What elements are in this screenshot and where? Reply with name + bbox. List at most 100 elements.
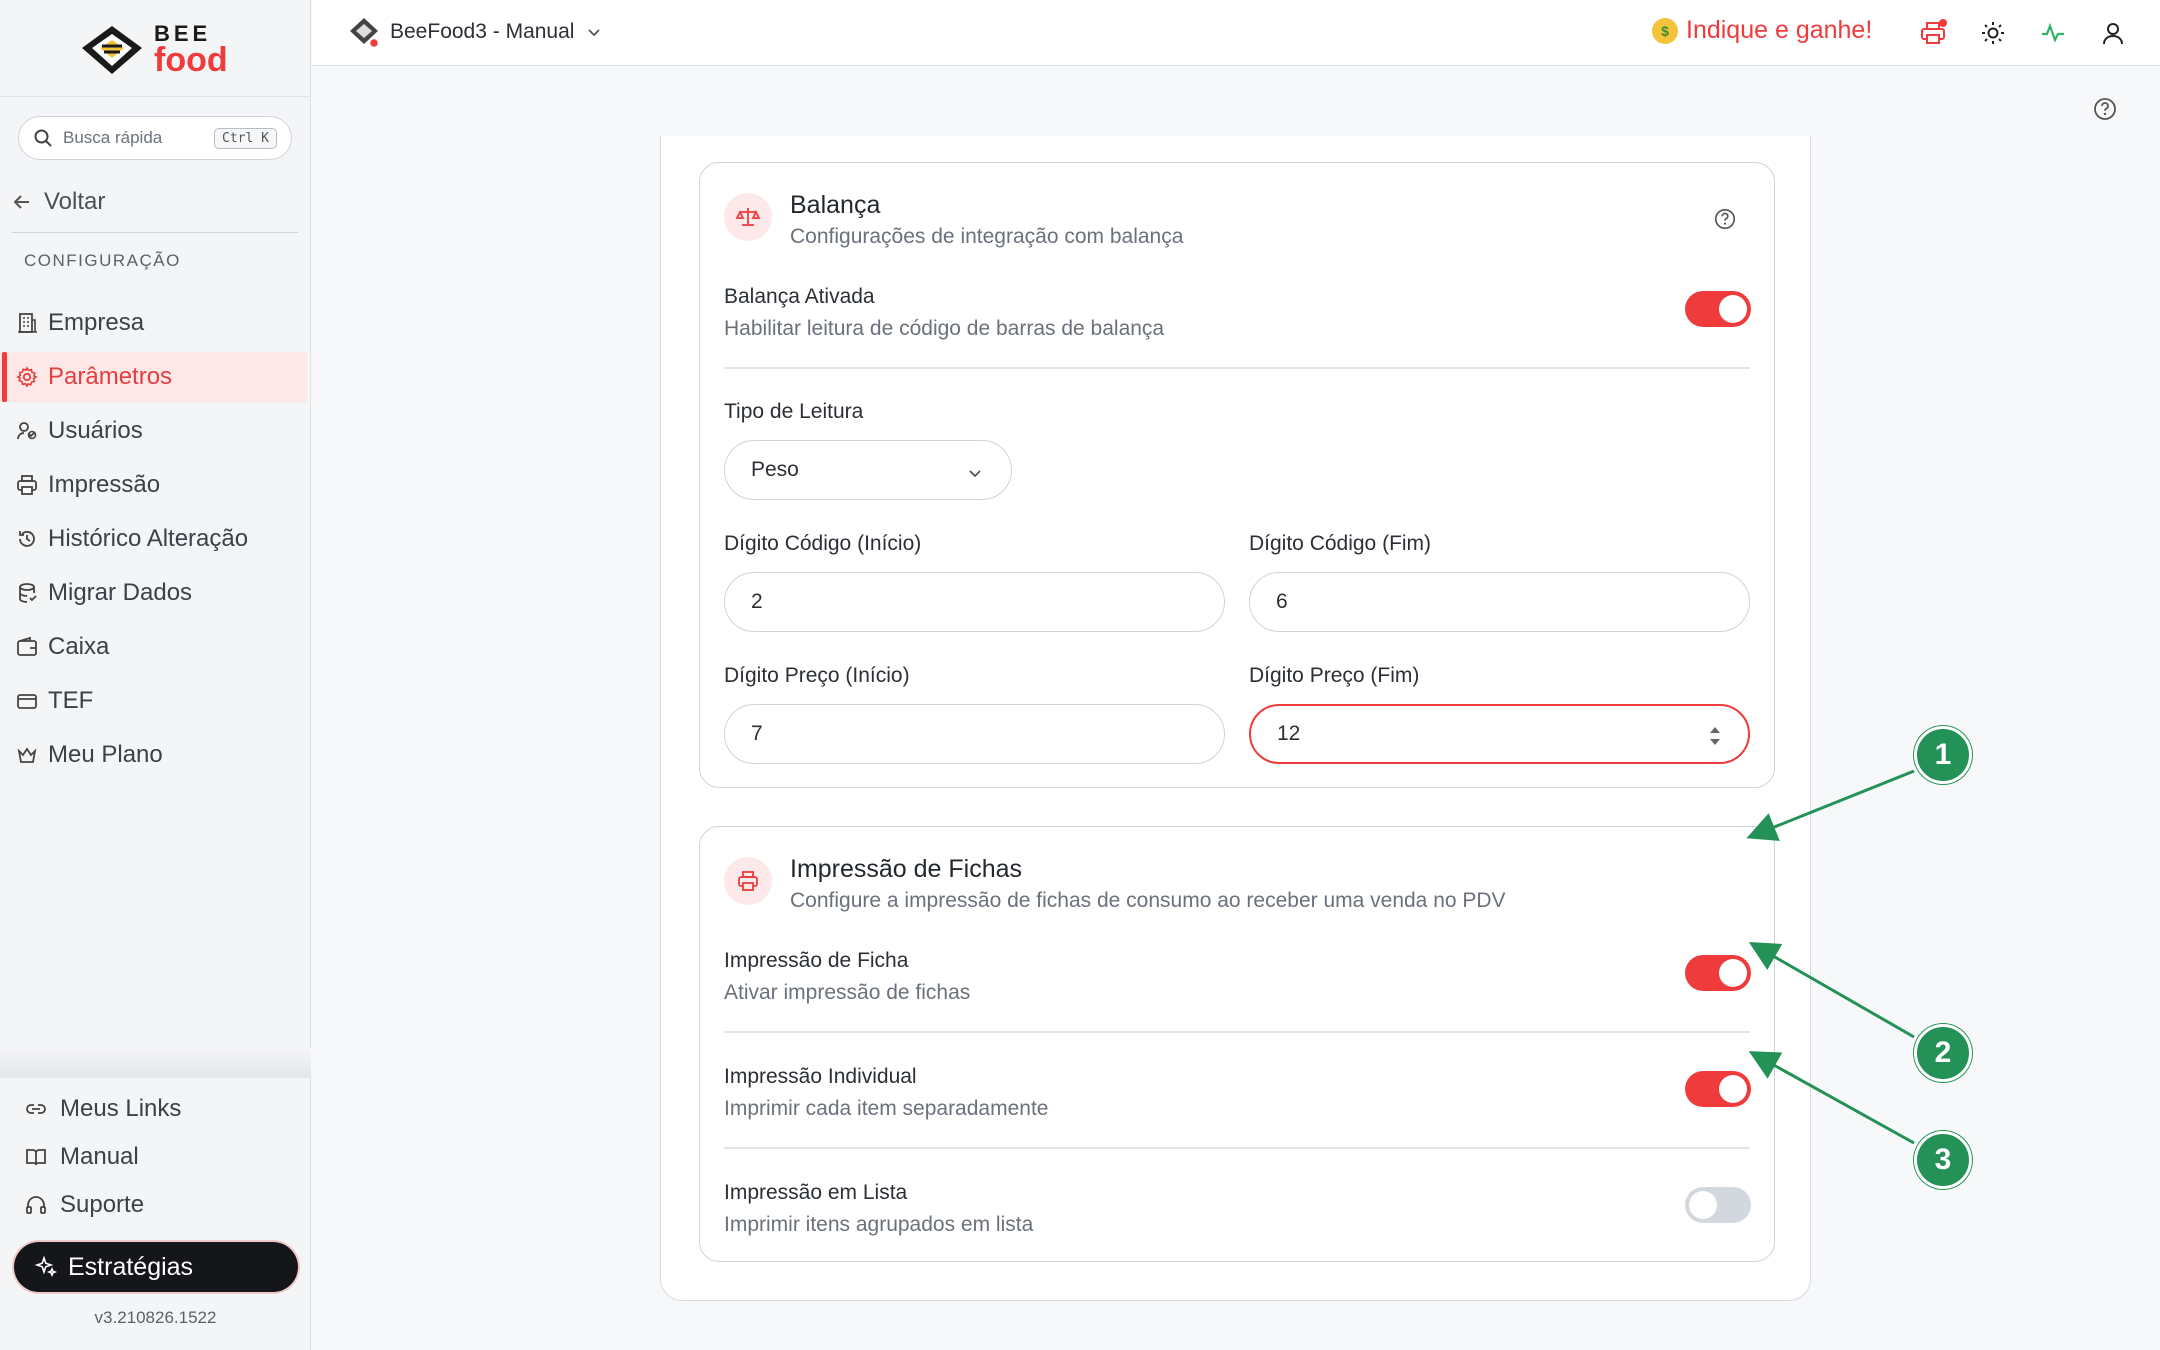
back-link[interactable]: Voltar — [12, 188, 105, 216]
estrategias-label: Estratégias — [68, 1252, 194, 1281]
printer-icon — [724, 857, 772, 905]
balanca-ativada-toggle[interactable] — [1685, 291, 1751, 327]
divider — [724, 1031, 1750, 1033]
quick-search[interactable]: Busca rápida Ctrl K — [18, 116, 292, 160]
impressao-individual-toggle[interactable] — [1685, 1071, 1751, 1107]
sidebar-item-meu-plano[interactable]: Meu Plano — [0, 730, 311, 780]
impressao-ficha-toggle[interactable] — [1685, 955, 1751, 991]
logo-text-food: food — [154, 41, 228, 79]
impressao-individual-label: Impressão Individual — [724, 1065, 917, 1088]
book-icon — [24, 1145, 48, 1169]
search-placeholder: Busca rápida — [63, 128, 163, 147]
section-title: CONFIGURAÇÃO — [24, 251, 181, 270]
bee-logo-icon — [82, 26, 142, 74]
sun-icon[interactable] — [1978, 18, 2008, 48]
annotation-badge-3: 3 — [1914, 1131, 1972, 1189]
fichas-title: Impressão de Fichas — [790, 855, 1023, 883]
sidebar-item-impressao[interactable]: Impressão — [0, 460, 311, 510]
manual-link[interactable]: Manual — [0, 1133, 311, 1181]
sparkle-icon — [34, 1255, 58, 1279]
digito-preco-inicio-value: 7 — [751, 722, 763, 745]
money-face-icon: $ — [1652, 17, 1678, 44]
tipo-leitura-select[interactable]: Peso — [724, 440, 1012, 500]
digito-codigo-fim-input[interactable]: 6 — [1249, 572, 1750, 632]
impressao-ficha-label: Impressão de Ficha — [724, 949, 909, 972]
database-icon — [14, 580, 40, 606]
suporte-link[interactable]: Suporte — [0, 1181, 311, 1229]
sidebar-item-label: Parâmetros — [48, 363, 173, 390]
scale-icon — [724, 193, 772, 241]
printer-icon — [14, 472, 40, 498]
divider — [12, 232, 298, 233]
impressao-ficha-desc: Ativar impressão de fichas — [724, 981, 971, 1004]
sidebar-item-label: Impressão — [48, 471, 161, 498]
sidebar-item-caixa[interactable]: Caixa — [0, 622, 311, 672]
store-selector[interactable]: BeeFood3 - Manual — [348, 16, 602, 49]
crown-icon — [14, 742, 40, 768]
topbar: BeeFood3 - Manual $ Indique e ganhe! — [312, 0, 2160, 66]
help-icon[interactable] — [2092, 96, 2118, 122]
sidebar-item-usuarios[interactable]: Usuários — [0, 406, 311, 456]
digito-preco-inicio-input[interactable]: 7 — [724, 704, 1225, 764]
sidebar-item-label: TEF — [48, 687, 94, 714]
sidebar-item-historico[interactable]: Histórico Alteração — [0, 514, 311, 564]
user-icon[interactable] — [2098, 18, 2128, 48]
shortcut-hint: Ctrl K — [214, 127, 277, 149]
refer-link[interactable]: $ Indique e ganhe! — [1652, 16, 1872, 45]
sidebar-bottom-links: Meus Links Manual Suporte — [0, 1085, 311, 1229]
digito-codigo-inicio-input[interactable]: 2 — [724, 572, 1225, 632]
settings-nav: Empresa Parâmetros Usuários Impressão Hi… — [0, 298, 311, 784]
store-name: BeeFood3 - Manual — [390, 20, 575, 43]
app-version: v3.210826.1522 — [94, 1308, 217, 1327]
impressao-lista-label: Impressão em Lista — [724, 1181, 908, 1204]
activity-icon[interactable] — [2038, 18, 2068, 48]
bottom-link-label: Meus Links — [60, 1095, 182, 1122]
beefood-logo[interactable]: BEE food — [80, 20, 240, 80]
wallet-icon — [14, 634, 40, 660]
balanca-title: Balança — [790, 191, 881, 219]
fichas-card: Impressão de Fichas Configure a impressã… — [699, 826, 1775, 1262]
back-label: Voltar — [44, 188, 106, 215]
impressao-individual-desc: Imprimir cada item separadamente — [724, 1097, 1049, 1120]
divider — [724, 367, 1750, 369]
chevron-down-icon — [586, 24, 602, 40]
number-spinner-icon[interactable] — [1708, 724, 1722, 748]
digito-preco-fim-value: 12 — [1277, 722, 1301, 745]
sidebar-item-migrar-dados[interactable]: Migrar Dados — [0, 568, 311, 618]
divider — [724, 1147, 1750, 1149]
sidebar-item-parametros[interactable]: Parâmetros — [0, 352, 307, 402]
digito-codigo-inicio-label: Dígito Código (Início) — [724, 532, 922, 555]
headset-icon — [24, 1193, 48, 1217]
digito-codigo-fim-value: 6 — [1276, 590, 1288, 613]
store-avatar — [348, 16, 380, 49]
digito-preco-fim-input[interactable]: 12 — [1249, 704, 1750, 764]
fichas-subtitle: Configure a impressão de fichas de consu… — [790, 889, 1506, 912]
sidebar-item-label: Caixa — [48, 633, 110, 660]
balanca-help-icon[interactable] — [1713, 207, 1739, 233]
sidebar-item-label: Histórico Alteração — [48, 525, 249, 552]
card-icon — [14, 688, 40, 714]
meus-links-link[interactable]: Meus Links — [0, 1085, 311, 1133]
tipo-leitura-label: Tipo de Leitura — [724, 400, 864, 423]
settings-panel: Balança Configurações de integração com … — [660, 136, 1811, 1301]
digito-codigo-fim-label: Dígito Código (Fim) — [1249, 532, 1432, 555]
balanca-ativada-desc: Habilitar leitura de código de barras de… — [724, 317, 1165, 340]
balanca-ativada-label: Balança Ativada — [724, 285, 875, 308]
digito-codigo-inicio-value: 2 — [751, 590, 763, 613]
sidebar-item-empresa[interactable]: Empresa — [0, 298, 311, 348]
bottom-link-label: Manual — [60, 1143, 139, 1170]
building-icon — [14, 310, 40, 336]
estrategias-button[interactable]: Estratégias — [14, 1242, 298, 1292]
bottom-link-label: Suporte — [60, 1191, 145, 1218]
sidebar-bottom-shade — [0, 1048, 311, 1078]
link-icon — [24, 1097, 48, 1121]
impressao-lista-toggle[interactable] — [1685, 1187, 1751, 1223]
sidebar-item-label: Empresa — [48, 309, 145, 336]
sidebar: BEE food Busca rápida Ctrl K Voltar CONF… — [0, 0, 311, 1350]
chevron-down-icon — [967, 463, 983, 487]
sidebar-item-tef[interactable]: TEF — [0, 676, 311, 726]
history-icon — [14, 526, 40, 552]
impressao-lista-desc: Imprimir itens agrupados em lista — [724, 1213, 1034, 1236]
balanca-card: Balança Configurações de integração com … — [699, 162, 1775, 788]
printer-status-icon[interactable] — [1918, 18, 1948, 48]
